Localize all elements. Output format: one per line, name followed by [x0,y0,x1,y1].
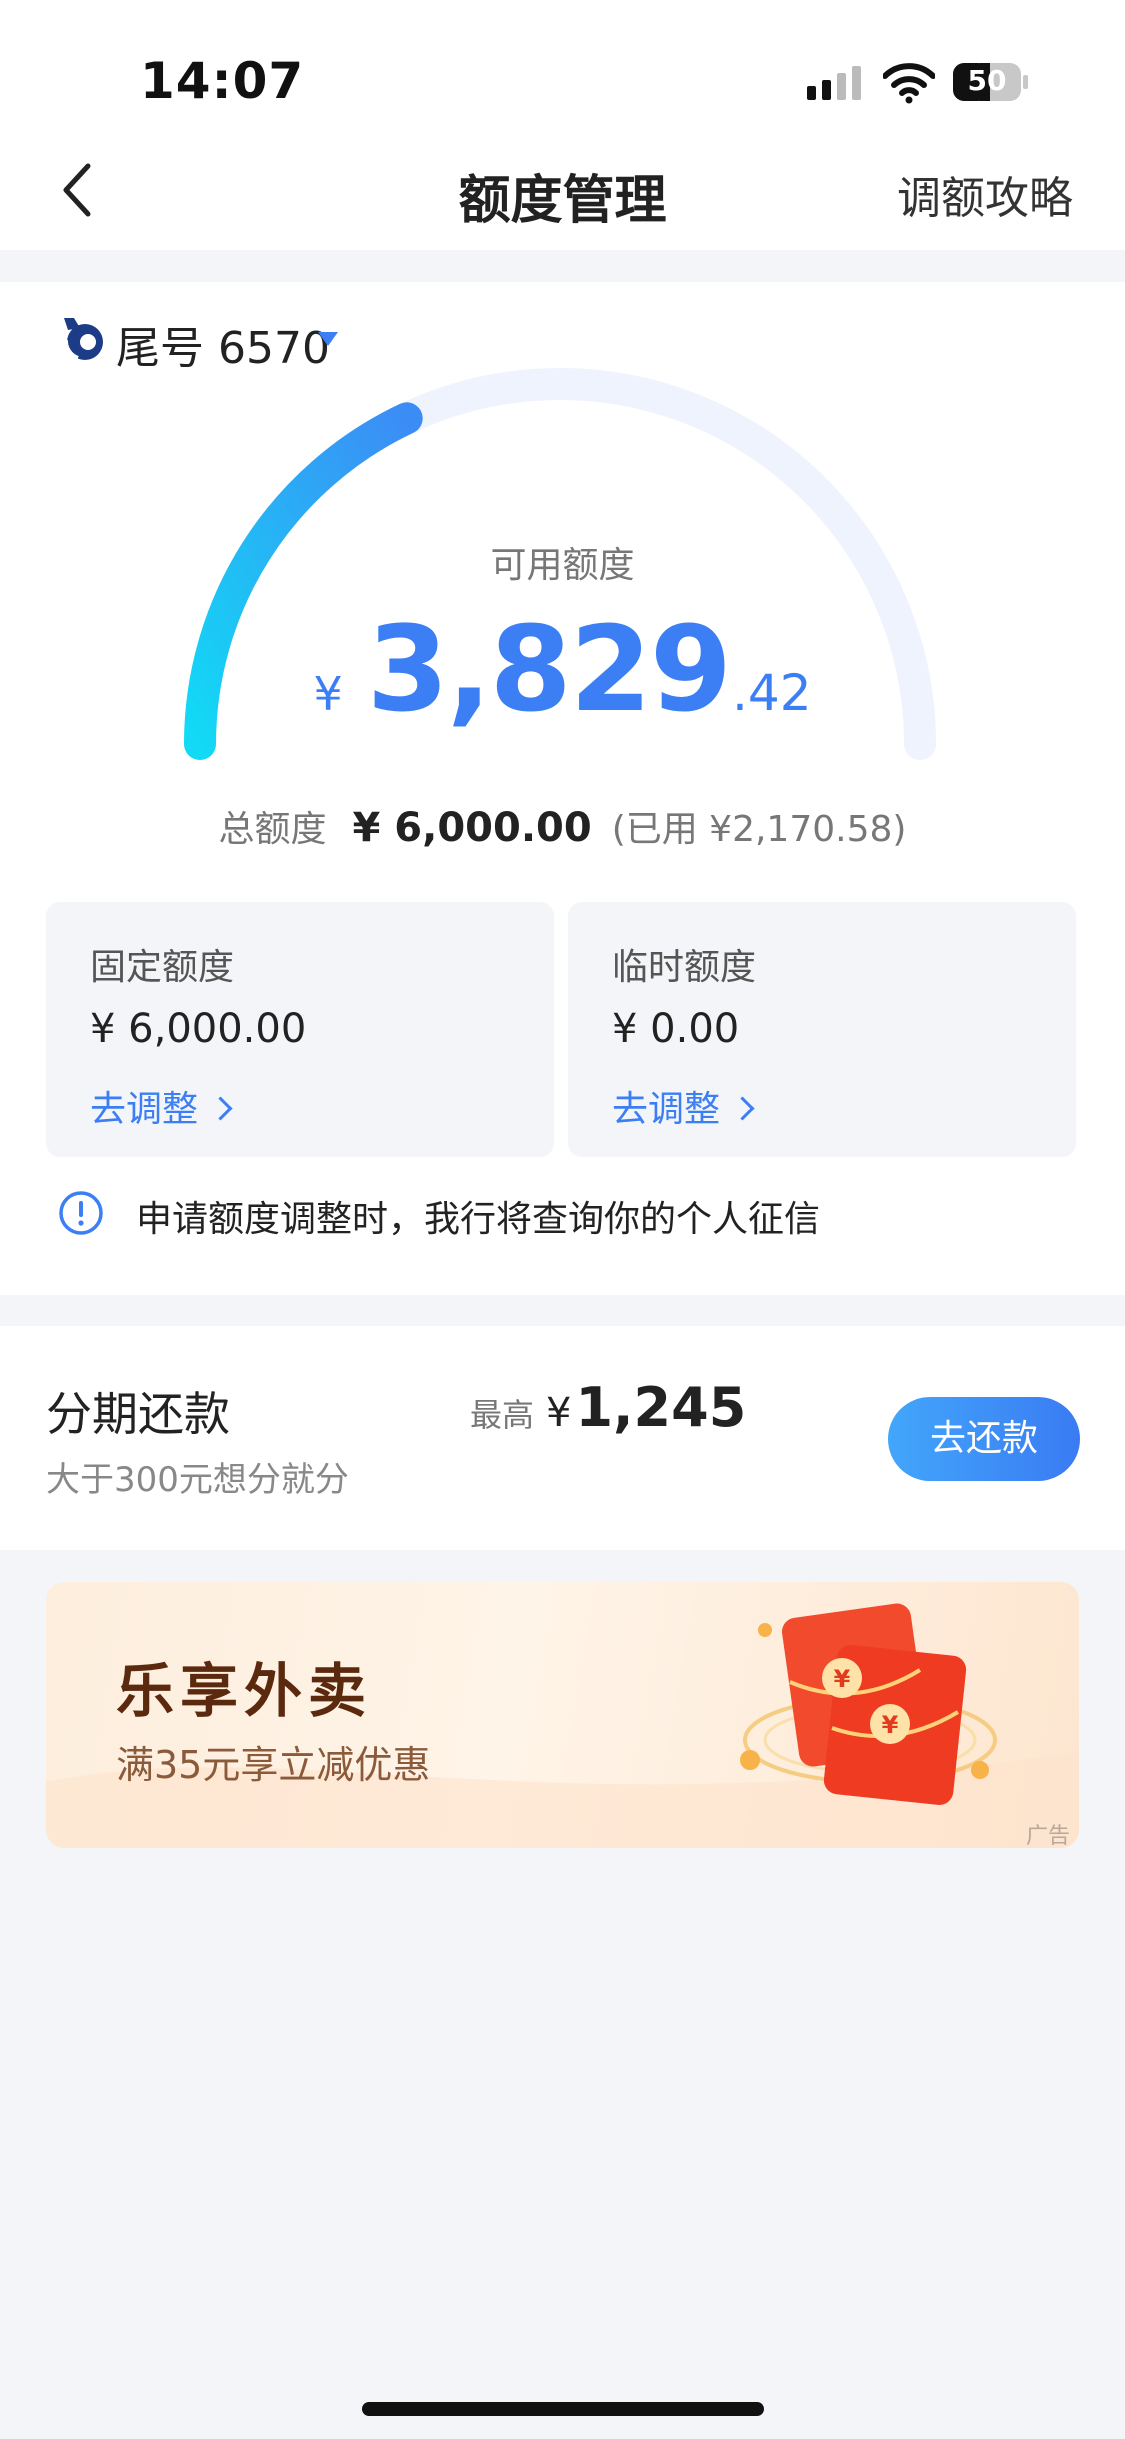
chevron-right-icon [208,1095,233,1121]
svg-text:¥: ¥ [834,1665,851,1693]
cellular-signal-icon [807,66,861,100]
currency-symbol: ¥ [313,667,343,721]
total-limit-row: 总额度 ¥ 6,000.00 (已用 ¥2,170.58) [0,800,1125,852]
limit-strategy-link[interactable]: 调额攻略 [897,162,1073,226]
caret-down-icon[interactable] [318,332,338,346]
wifi-icon [883,63,935,104]
info-icon [59,1191,103,1235]
total-limit-label: 总额度 [218,809,327,850]
banner-subtitle: 满35元享立减优惠 [116,1743,431,1787]
temporary-limit-box: 临时额度 ¥ 0.00 去调整 [568,902,1076,1157]
available-amount-integer: 3,829 [366,600,732,738]
ad-label: 广告 [1026,1824,1071,1849]
currency-symbol: ¥ [546,1390,572,1436]
available-limit-label: 可用额度 [490,545,635,586]
installment-title: 分期还款 [46,1387,230,1441]
fixed-limit-amount: ¥ 6,000.00 [90,1006,307,1052]
used-amount: (已用 ¥2,170.58) [611,809,907,850]
temporary-limit-amount: ¥ 0.00 [612,1006,740,1052]
status-time: 14:07 [140,52,305,110]
temporary-limit-title: 临时额度 [612,947,757,988]
credit-check-notice: 申请额度调整时，我行将查询你的个人征信 [136,1199,821,1240]
repay-button[interactable]: 去还款 [888,1397,1080,1481]
adjust-fixed-limit-link[interactable]: 去调整 [90,1080,233,1132]
svg-text:¥: ¥ [882,1711,899,1739]
adjust-link-label: 去调整 [612,1089,721,1130]
available-amount-decimal: .42 [732,664,812,722]
bank-logo-icon [64,318,103,360]
installment-subtitle: 大于300元想分就分 [46,1460,349,1500]
red-envelope-icon: ¥ ¥ [740,1603,997,1805]
home-indicator[interactable] [362,2402,764,2416]
battery-icon: 50 [952,62,1030,102]
available-amount: ¥3,829.42 [0,600,1125,738]
banner-title: 乐享外卖 [116,1657,373,1725]
installment-max-amount: 最高 ¥1,245 [470,1376,746,1439]
adjust-link-label: 去调整 [90,1089,199,1130]
chevron-right-icon [730,1095,755,1121]
adjust-temporary-limit-link[interactable]: 去调整 [612,1080,755,1132]
fixed-limit-title: 固定额度 [90,947,235,988]
total-limit-value: ¥ 6,000.00 [352,805,592,851]
fixed-limit-box: 固定额度 ¥ 6,000.00 去调整 [46,902,554,1157]
battery-level: 50 [967,64,1007,97]
installment-max-label: 最高 [470,1396,535,1434]
installment-max-value: 1,245 [575,1376,747,1439]
